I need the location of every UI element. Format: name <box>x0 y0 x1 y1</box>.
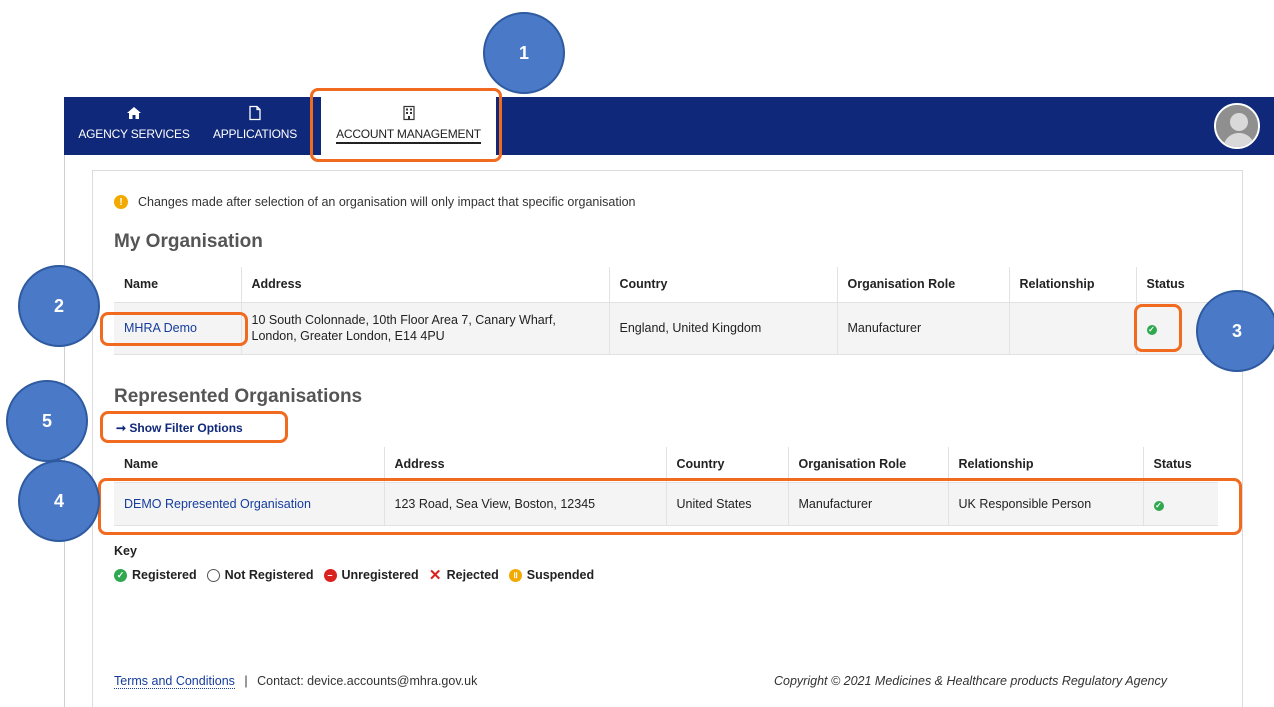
footer-separator: | <box>244 674 248 688</box>
callout-marker-5: 5 <box>6 380 88 462</box>
nav-agency-services-label: AGENCY SERVICES <box>78 127 190 141</box>
home-icon <box>127 107 141 119</box>
my-organisation-table: Name Address Country Organisation Role R… <box>114 267 1218 355</box>
key-label: Unregistered <box>341 568 419 582</box>
footer-links: Terms and Conditions | Contact: device.a… <box>114 674 478 689</box>
key-title: Key <box>114 544 137 558</box>
document-icon <box>249 105 261 121</box>
col-header: Relationship <box>1009 267 1137 302</box>
suspended-icon: ॥ <box>508 568 522 582</box>
copyright-text: Copyright © 2021 Medicines & Healthcare … <box>774 674 1167 688</box>
contact-text: Contact: device.accounts@mhra.gov.uk <box>257 674 478 688</box>
user-avatar[interactable] <box>1214 103 1260 149</box>
key-label: Registered <box>132 568 197 582</box>
org-address: 10 South Colonnade, 10th Floor Area 7, C… <box>241 302 610 354</box>
callout-box-represented-row <box>98 478 1242 535</box>
org-relationship <box>1009 302 1137 354</box>
col-header: Address <box>241 267 610 302</box>
callout-box-filter-options <box>100 411 288 443</box>
table-header-row: Name Address Country Organisation Role R… <box>114 267 1218 302</box>
col-header: Relationship <box>948 447 1144 482</box>
warning-icon: ! <box>114 195 128 209</box>
col-header: Status <box>1143 447 1218 482</box>
key-item-rejected: ✕ Rejected <box>428 566 499 584</box>
col-header: Organisation Role <box>837 267 1010 302</box>
key-label: Rejected <box>446 568 499 582</box>
key-label: Suspended <box>526 568 595 582</box>
represented-organisations-title: Represented Organisations <box>114 386 363 407</box>
callout-box-status <box>1134 304 1182 352</box>
rejected-icon: ✕ <box>428 566 442 584</box>
key-item-not-registered: Not Registered <box>206 568 314 582</box>
notice-text: Changes made after selection of an organ… <box>138 195 636 209</box>
col-header: Status <box>1136 267 1218 302</box>
org-role: Manufacturer <box>837 302 1010 354</box>
notice-banner: ! Changes made after selection of an org… <box>114 195 636 209</box>
not-registered-icon <box>206 568 220 582</box>
table-row: MHRA Demo 10 South Colonnade, 10th Floor… <box>114 302 1218 354</box>
col-header: Name <box>114 267 242 302</box>
address-line: 10 South Colonnade, 10th Floor Area 7, C… <box>251 313 556 327</box>
callout-box-account-management <box>310 88 502 162</box>
key-item-suspended: ॥ Suspended <box>508 568 595 582</box>
key-item-unregistered: – Unregistered <box>323 568 419 582</box>
top-navbar: AGENCY SERVICES APPLICATIONS ACCOUNT MAN… <box>64 97 1274 155</box>
col-header: Name <box>114 447 385 482</box>
user-icon <box>1216 105 1258 147</box>
callout-marker-1: 1 <box>483 12 565 94</box>
terms-and-conditions-link[interactable]: Terms and Conditions <box>114 674 235 689</box>
nav-applications[interactable]: APPLICATIONS <box>205 97 305 155</box>
my-organisation-title: My Organisation <box>114 231 263 252</box>
nav-applications-label: APPLICATIONS <box>212 127 298 141</box>
registered-icon: ✓ <box>114 568 127 582</box>
table-header-row: Name Address Country Organisation Role R… <box>114 447 1218 482</box>
col-header: Country <box>609 267 838 302</box>
key-item-registered: ✓ Registered <box>114 568 197 582</box>
callout-marker-2: 2 <box>18 265 100 347</box>
col-header: Country <box>666 447 789 482</box>
callout-marker-3: 3 <box>1196 290 1274 372</box>
col-header: Organisation Role <box>788 447 949 482</box>
address-line: London, Greater London, E14 4PU <box>251 329 445 343</box>
callout-box-org-name <box>100 312 248 346</box>
key-label: Not Registered <box>224 568 314 582</box>
callout-marker-4: 4 <box>18 460 100 542</box>
unregistered-icon: – <box>323 568 337 582</box>
page: AGENCY SERVICES APPLICATIONS ACCOUNT MAN… <box>0 0 1274 707</box>
col-header: Address <box>384 447 667 482</box>
nav-agency-services[interactable]: AGENCY SERVICES <box>68 97 200 155</box>
org-country: England, United Kingdom <box>609 302 838 354</box>
status-key: ✓ Registered Not Registered – Unregistered… <box>114 566 600 584</box>
